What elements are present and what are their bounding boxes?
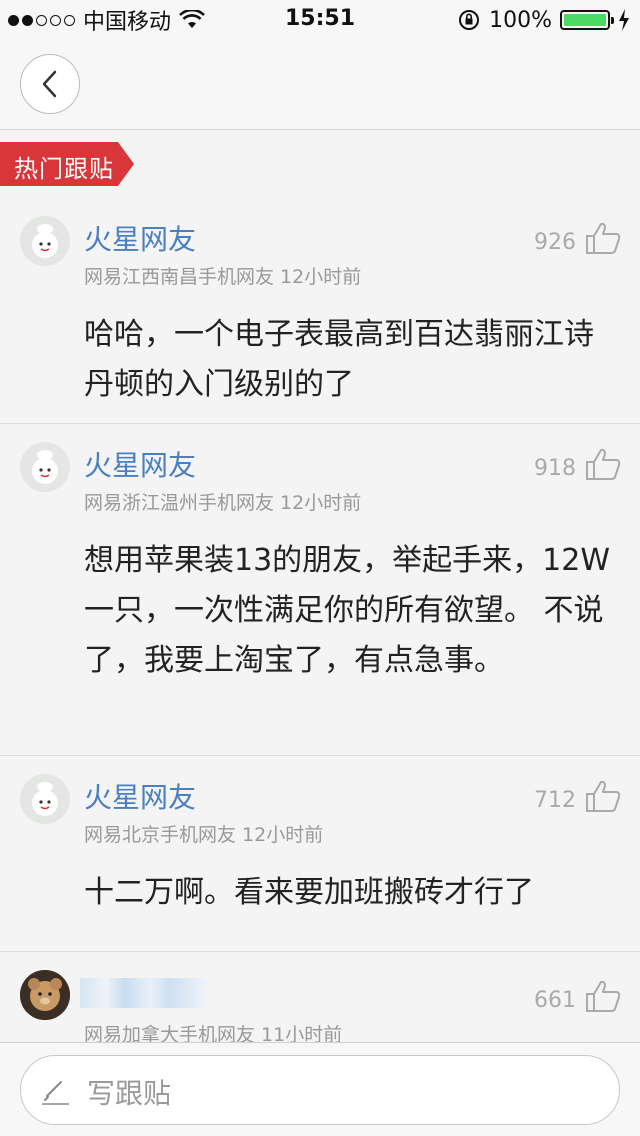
status-bar: 中国移动 15:51 100% <box>0 0 640 40</box>
battery-fill <box>564 14 606 26</box>
status-bar-right: 100% <box>457 0 630 40</box>
comment-item: 火星网友 网易江西南昌手机网友 12小时前 926 哈哈，一个电子表最高到百达翡… <box>0 198 640 424</box>
comment-body: 十二万啊。看来要加班搬砖才行了 <box>84 875 534 910</box>
thumbs-up-icon[interactable] <box>584 778 622 814</box>
vote-count: 712 <box>534 788 576 813</box>
comment-username[interactable]: 火星网友 <box>84 776 196 816</box>
rotation-lock-icon <box>459 10 480 30</box>
thumbs-up-icon[interactable] <box>584 446 622 482</box>
chef-avatar-icon <box>20 216 70 266</box>
hot-comments-label: 热门跟贴 <box>0 142 134 186</box>
hot-comments-label-text: 热门跟贴 <box>14 155 114 183</box>
compose-input[interactable]: 写跟贴 <box>20 1055 620 1125</box>
comment-item: 火星网友 网易北京手机网友 12小时前 712 十二万啊。看来要加班搬砖才行了 <box>0 756 640 952</box>
thumbs-up-icon[interactable] <box>584 978 622 1014</box>
avatar[interactable] <box>20 216 70 266</box>
compose-placeholder: 写跟贴 <box>87 1077 172 1110</box>
pencil-icon <box>42 1081 69 1105</box>
blurred-username <box>80 978 208 1008</box>
teddy-bear-avatar-icon <box>20 970 70 1020</box>
avatar[interactable] <box>20 442 70 492</box>
comment-body: 想用苹果装13的朋友，举起手来，12W一只，一次性满足你的所有欲望。 不说了，我… <box>84 543 611 678</box>
battery-icon <box>560 10 614 30</box>
vote-count: 926 <box>534 230 576 255</box>
avatar[interactable] <box>20 970 70 1020</box>
battery-percent: 100% <box>489 7 552 33</box>
chef-avatar-icon <box>20 442 70 492</box>
chef-avatar-icon <box>20 774 70 824</box>
back-button[interactable] <box>20 54 80 114</box>
comment-body: 哈哈，一个电子表最高到百达翡丽江诗丹顿的入门级别的了 <box>84 317 594 402</box>
comment-item: 火星网友 网易浙江温州手机网友 12小时前 918 想用苹果装13的朋友，举起手… <box>0 424 640 756</box>
thumbs-up-icon[interactable] <box>584 220 622 256</box>
vote-count: 661 <box>534 988 576 1013</box>
comment-meta: 网易浙江温州手机网友 12小时前 <box>84 492 362 514</box>
avatar[interactable] <box>20 774 70 824</box>
chevron-left-icon <box>42 70 57 98</box>
charging-bolt-icon <box>619 9 629 31</box>
comment-username[interactable]: 火星网友 <box>84 218 196 258</box>
navigation-bar <box>0 40 640 130</box>
vote-count: 918 <box>534 456 576 481</box>
compose-bar: 写跟贴 <box>0 1042 640 1136</box>
comment-meta: 网易北京手机网友 12小时前 <box>84 824 324 846</box>
comment-meta: 网易江西南昌手机网友 12小时前 <box>84 266 362 288</box>
comment-list: 火星网友 网易江西南昌手机网友 12小时前 926 哈哈，一个电子表最高到百达翡… <box>0 198 640 1072</box>
comment-username[interactable]: 火星网友 <box>84 444 196 484</box>
